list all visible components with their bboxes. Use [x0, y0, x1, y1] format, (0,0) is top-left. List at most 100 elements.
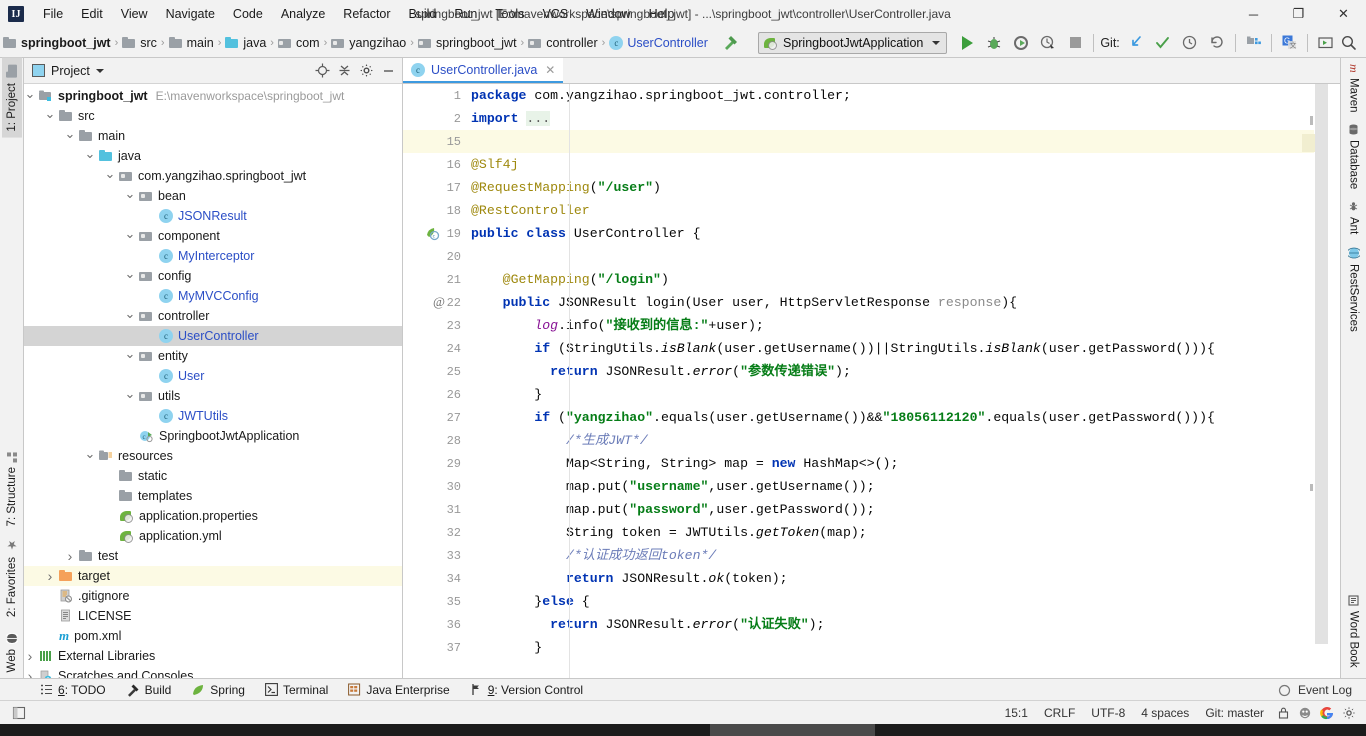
gutter-line[interactable]: 21: [403, 268, 465, 291]
gutter-line[interactable]: 30: [403, 475, 465, 498]
breadcrumb-item-usercontroller[interactable]: c UserController: [606, 28, 711, 57]
tree-node-pom.xml[interactable]: m pom.xml: [24, 626, 402, 646]
sidebar-item-web[interactable]: Web: [3, 624, 21, 678]
breadcrumb-item-src[interactable]: src: [119, 28, 160, 57]
code-line[interactable]: public class UserController {: [465, 222, 1340, 245]
code-line[interactable]: if (StringUtils.isBlank(user.getUsername…: [465, 337, 1340, 360]
tree-node-scratches-and-consoles[interactable]: Scratches and Consoles: [24, 666, 402, 678]
tree-node-templates[interactable]: templates: [24, 486, 402, 506]
run-with-coverage-button[interactable]: [1009, 31, 1033, 55]
code-line[interactable]: package com.yangzihao.springboot_jwt.con…: [465, 84, 1340, 107]
chevron-right-icon[interactable]: [24, 650, 36, 662]
code-line[interactable]: map.put("password",user.getPassword());: [465, 498, 1340, 521]
menu-code[interactable]: Code: [224, 4, 272, 24]
tree-node-target[interactable]: target: [24, 566, 402, 586]
gutter-line[interactable]: 1: [403, 84, 479, 107]
tree-node-src[interactable]: src: [24, 106, 402, 126]
tree-node-mymvcconfig[interactable]: c MyMVCConfig: [24, 286, 402, 306]
sidebar-item-database[interactable]: Database: [1345, 118, 1363, 195]
tree-node-controller[interactable]: controller: [24, 306, 402, 326]
tree-node-application.properties[interactable]: application.properties: [24, 506, 402, 526]
build-hammer-icon[interactable]: [719, 31, 742, 55]
code-line[interactable]: @RestController: [465, 199, 1340, 222]
view-chevron-down-icon[interactable]: [95, 68, 104, 73]
code-line[interactable]: }: [465, 636, 1340, 659]
chevron-down-icon[interactable]: [64, 130, 76, 142]
code-line[interactable]: return JSONResult.ok(token);: [465, 567, 1340, 590]
gutter-line[interactable]: 22@−: [403, 291, 478, 314]
menu-navigate[interactable]: Navigate: [157, 4, 224, 24]
code-line[interactable]: [465, 245, 1340, 268]
tree-node-config[interactable]: config: [24, 266, 402, 286]
event-log-button[interactable]: Event Log: [1296, 683, 1366, 697]
profile-button[interactable]: [1036, 31, 1060, 55]
sidebar-item-maven[interactable]: m Maven: [1343, 58, 1364, 118]
code-line[interactable]: }else {: [465, 590, 1340, 613]
git-history-icon[interactable]: [1178, 31, 1202, 55]
menu-view[interactable]: View: [112, 4, 157, 24]
code-line[interactable]: return JSONResult.error("认证失败");: [465, 613, 1340, 636]
gutter-line[interactable]: 32: [403, 521, 465, 544]
tree-node-external-libraries[interactable]: External Libraries: [24, 646, 402, 666]
chevron-down-icon[interactable]: [124, 310, 136, 322]
stop-button[interactable]: [1063, 31, 1087, 55]
code-line[interactable]: @GetMapping("/login"): [465, 268, 1340, 291]
settings-icon[interactable]: [1341, 705, 1357, 721]
chevron-down-icon[interactable]: [124, 350, 136, 362]
chevron-right-icon[interactable]: [44, 570, 56, 582]
gutter-line[interactable]: 37−: [403, 636, 478, 659]
minimize-button[interactable]: ─: [1231, 0, 1276, 28]
hide-window-icon[interactable]: [378, 61, 398, 81]
scroll-from-source-icon[interactable]: [312, 61, 332, 81]
chevron-right-icon[interactable]: [24, 670, 36, 678]
tree-node-com.yangzihao.springboot-jwt[interactable]: com.yangzihao.springboot_jwt: [24, 166, 402, 186]
lock-icon[interactable]: [1275, 705, 1291, 721]
tree-node-myinterceptor[interactable]: c MyInterceptor: [24, 246, 402, 266]
gutter-line[interactable]: 17: [403, 176, 465, 199]
chevron-down-icon[interactable]: [124, 390, 136, 402]
git-commit-icon[interactable]: [1151, 31, 1175, 55]
sidebar-item-project[interactable]: 1: Project: [1, 58, 22, 138]
breadcrumb-item-controller[interactable]: controller: [525, 28, 600, 57]
tree-node-.gitignore[interactable]: .gitignore: [24, 586, 402, 606]
settings-gear-icon[interactable]: [356, 61, 376, 81]
code-line[interactable]: @Slf4j: [465, 153, 1340, 176]
gutter-line[interactable]: 31: [403, 498, 465, 521]
line-separator[interactable]: CRLF: [1036, 706, 1083, 720]
gutter-line[interactable]: 23: [403, 314, 465, 337]
gutter-line[interactable]: 19 c: [403, 222, 465, 245]
chevron-down-icon[interactable]: [84, 450, 96, 462]
menu-edit[interactable]: Edit: [72, 4, 112, 24]
code-line[interactable]: public JSONResult login(User user, HttpS…: [465, 291, 1340, 314]
code-line[interactable]: if ("yangzihao".equals(user.getUsername(…: [465, 406, 1340, 429]
editor-marker-margin[interactable]: [1328, 84, 1340, 678]
code-line[interactable]: /*认证成功返回token*/: [465, 544, 1340, 567]
tree-node-bean[interactable]: bean: [24, 186, 402, 206]
tool-window-terminal[interactable]: Terminal: [255, 679, 338, 701]
tab-usercontroller-java[interactable]: c UserController.java ✕: [403, 58, 564, 83]
gutter-line[interactable]: 35−: [403, 590, 478, 613]
code-line[interactable]: String token = JWTUtils.getToken(map);: [465, 521, 1340, 544]
chevron-down-icon[interactable]: [104, 170, 116, 182]
tool-window-spring[interactable]: Spring: [181, 679, 255, 701]
editor-scrollbar-thumb[interactable]: [1315, 84, 1328, 644]
gutter-line[interactable]: 29: [403, 452, 465, 475]
tree-node-java[interactable]: java: [24, 146, 402, 166]
code-line[interactable]: @RequestMapping("/user"): [465, 176, 1340, 199]
chevron-down-icon[interactable]: [124, 230, 136, 242]
git-update-project-icon[interactable]: [1124, 31, 1148, 55]
tool-window-build[interactable]: Build: [116, 679, 182, 701]
tree-node-entity[interactable]: entity: [24, 346, 402, 366]
breadcrumb-item-springboot-jwt[interactable]: springboot_jwt: [415, 28, 520, 57]
breadcrumb-item-main[interactable]: main: [166, 28, 217, 57]
code-line[interactable]: }: [465, 383, 1340, 406]
google-icon[interactable]: [1319, 705, 1335, 721]
debug-button[interactable]: [982, 31, 1006, 55]
tree-node-usercontroller[interactable]: c UserController: [24, 326, 402, 346]
git-branch[interactable]: Git: master: [1197, 706, 1272, 720]
gutter-line[interactable]: 26−: [403, 383, 478, 406]
gutter-line[interactable]: 2+: [403, 107, 478, 130]
gutter-line[interactable]: 24−: [403, 337, 478, 360]
caret-position[interactable]: 15:1: [997, 706, 1036, 720]
tool-window-java-enterprise[interactable]: Java Enterprise: [338, 679, 459, 701]
